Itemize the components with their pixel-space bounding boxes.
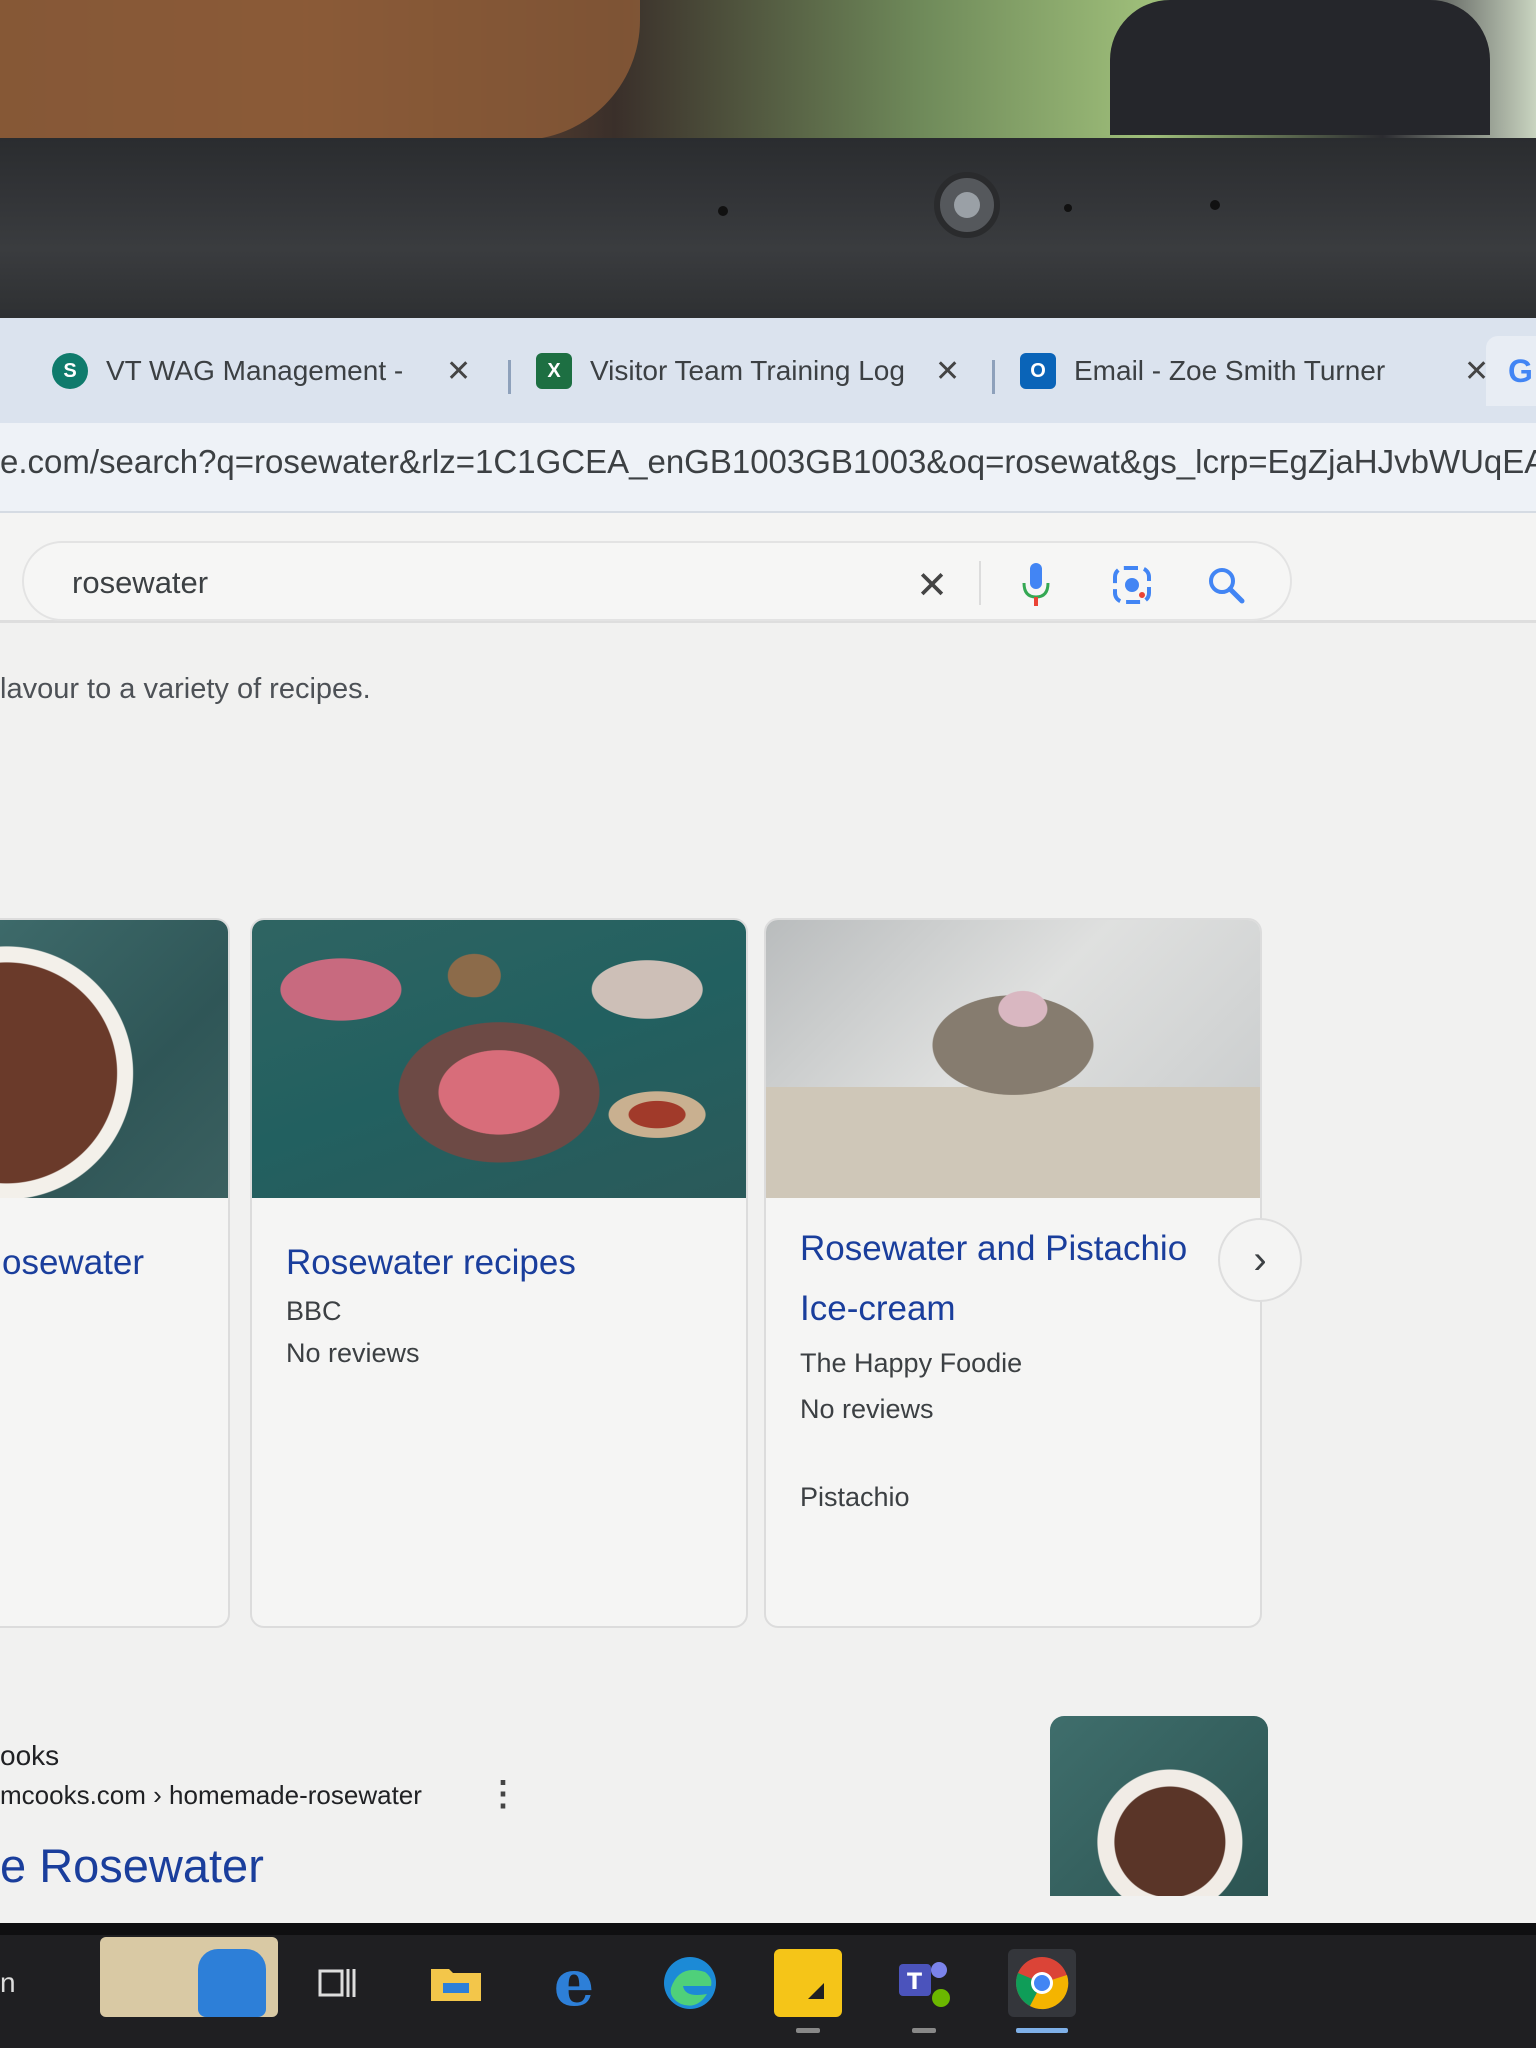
taskbar: n e T xyxy=(0,1923,1536,2048)
outlook-icon: O xyxy=(1020,353,1056,389)
more-options-icon[interactable]: ⋮ xyxy=(486,1774,520,1814)
file-explorer-icon[interactable] xyxy=(422,1949,490,2017)
tab-title: Email - Zoe Smith Turner xyxy=(1074,355,1386,386)
lens-icon[interactable] xyxy=(1110,563,1154,607)
search-input[interactable]: rosewater xyxy=(72,565,208,601)
tab-title: Visitor Team Training Log xyxy=(590,355,905,386)
sticky-notes-icon[interactable] xyxy=(774,1949,842,2033)
recipe-card[interactable]: osewater xyxy=(0,918,230,1628)
result-breadcrumb[interactable]: mcooks.com › homemade-rosewater xyxy=(0,1780,422,1811)
recipe-title[interactable]: Rosewater recipes xyxy=(286,1240,576,1286)
chrome-icon[interactable] xyxy=(1008,1949,1076,2033)
google-icon: G xyxy=(1508,352,1533,389)
tab-separator xyxy=(508,360,511,394)
next-arrow-icon[interactable]: › xyxy=(1218,1218,1302,1302)
internet-explorer-icon[interactable]: e xyxy=(540,1946,608,2021)
svg-text:T: T xyxy=(907,1970,922,1995)
recipe-card[interactable]: Rosewater recipes BBC No reviews xyxy=(250,918,748,1628)
url-text[interactable]: e.com/search?q=rosewater&rlz=1C1GCEA_enG… xyxy=(0,443,1536,481)
webcam-icon xyxy=(934,172,1000,238)
recipe-title[interactable]: osewater xyxy=(2,1240,144,1286)
close-icon[interactable]: ✕ xyxy=(446,354,471,389)
laptop-bezel xyxy=(0,138,1536,323)
sharepoint-icon: S xyxy=(52,353,88,389)
background-shape xyxy=(1110,0,1490,135)
clear-icon[interactable]: ✕ xyxy=(910,563,954,607)
tab-vt-wag[interactable]: S VT WAG Management - ✕ xyxy=(52,336,471,406)
recipe-tag: Pistachio xyxy=(800,1482,910,1512)
sensor-dot xyxy=(1210,200,1220,210)
tab-separator xyxy=(992,360,995,394)
tab-email[interactable]: O Email - Zoe Smith Turner ✕ xyxy=(1020,336,1489,406)
recipe-source: BBC xyxy=(286,1296,342,1326)
address-bar[interactable]: e.com/search?q=rosewater&rlz=1C1GCEA_enG… xyxy=(0,423,1536,513)
recipe-card[interactable]: Rosewater and Pistachio Ice-cream The Ha… xyxy=(764,918,1262,1628)
search-divider xyxy=(979,561,981,605)
recipe-image xyxy=(0,920,228,1198)
recipe-source: The Happy Foodie xyxy=(800,1348,1023,1378)
sensor-dot xyxy=(1064,204,1072,212)
result-site-name: ooks xyxy=(0,1740,60,1771)
search-header: rosewater ✕ xyxy=(0,513,1536,623)
background-sweater xyxy=(0,0,640,140)
edge-icon[interactable] xyxy=(656,1949,724,2017)
browser-tab-strip: S VT WAG Management - ✕ X Visitor Team T… xyxy=(0,318,1536,423)
screen: S VT WAG Management - ✕ X Visitor Team T… xyxy=(0,318,1536,1923)
result-snippet: lavour to a variety of recipes. xyxy=(0,673,371,705)
task-view-icon[interactable] xyxy=(302,1949,370,2017)
tab-google[interactable]: G xyxy=(1486,336,1536,406)
search-icon[interactable] xyxy=(1204,563,1248,607)
tab-training-log[interactable]: X Visitor Team Training Log ✕ xyxy=(536,336,960,406)
recipe-title-line2[interactable]: Ice-cream xyxy=(800,1286,956,1332)
recipe-reviews: No reviews xyxy=(286,1338,420,1368)
tab-title: VT WAG Management - xyxy=(106,355,404,386)
teams-blue-icon[interactable] xyxy=(198,1949,266,2017)
background-photo xyxy=(0,0,1536,150)
recipe-image xyxy=(766,920,1260,1198)
teams-icon[interactable]: T xyxy=(890,1949,958,2033)
microphone-icon[interactable] xyxy=(1014,563,1058,607)
recipe-reviews: No reviews xyxy=(800,1394,934,1424)
close-icon[interactable]: ✕ xyxy=(935,354,960,389)
taskbar-edge xyxy=(0,1923,1536,1935)
result-title[interactable]: e Rosewater xyxy=(0,1838,264,1893)
taskbar-label: n xyxy=(0,1967,16,1998)
recipe-image xyxy=(252,920,746,1198)
result-thumbnail[interactable] xyxy=(1050,1716,1268,1896)
excel-icon: X xyxy=(536,353,572,389)
sensor-dot xyxy=(718,206,728,216)
recipe-title[interactable]: Rosewater and Pistachio xyxy=(800,1226,1187,1272)
search-box[interactable]: rosewater ✕ xyxy=(22,541,1292,621)
